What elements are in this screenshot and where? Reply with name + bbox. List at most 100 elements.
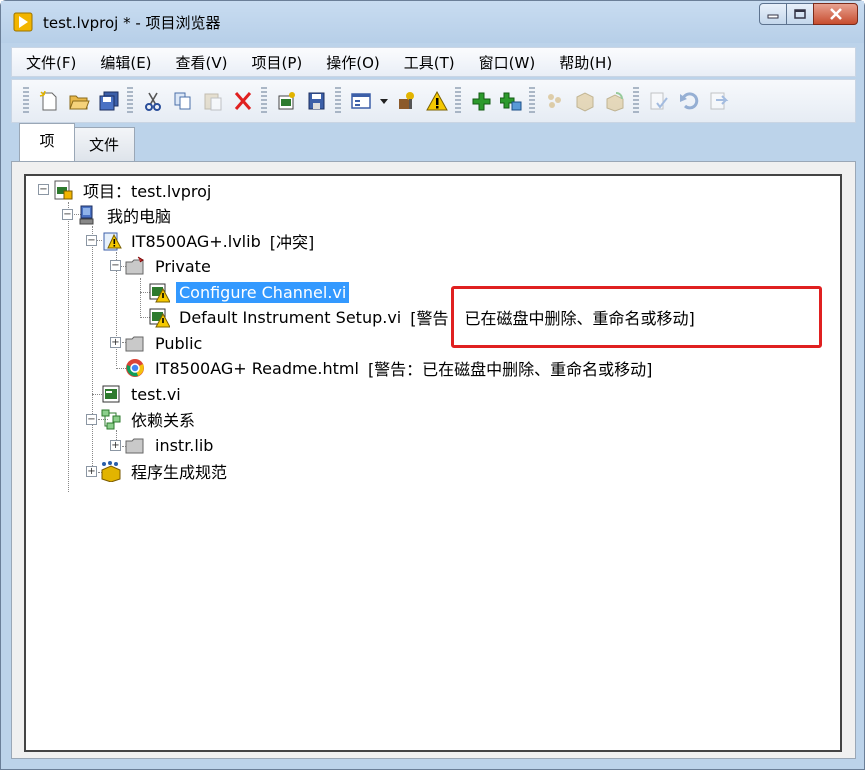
paste-button[interactable] [198, 86, 228, 116]
cut-icon [145, 92, 161, 111]
view-dropdown[interactable] [376, 86, 392, 116]
menu-operate[interactable]: 操作(O) [314, 52, 392, 73]
delete-icon [234, 92, 252, 110]
add-item-icon [472, 92, 491, 111]
toolbar-separator [529, 87, 535, 115]
title-bar[interactable]: test.lvproj * - 项目浏览器 [1, 1, 864, 43]
readme-label: IT8500AG+ Readme.html [155, 358, 359, 378]
deploy-button[interactable] [600, 86, 630, 116]
menu-window[interactable]: 窗口(W) [467, 52, 548, 73]
package-button[interactable] [570, 86, 600, 116]
resolve-conflicts-button[interactable] [392, 86, 422, 116]
tree-item-private-folder[interactable]: Private [124, 254, 214, 278]
tree-item-instr-lib[interactable]: instr.lib [124, 433, 216, 457]
labview-app-icon [13, 12, 33, 32]
add-item-button[interactable] [466, 86, 496, 116]
configure-channel-label: Configure Channel.vi [176, 281, 350, 303]
toolbar-separator [455, 87, 461, 115]
tree-item-test-vi[interactable]: test.vi [100, 382, 184, 406]
tree-item-build-specs[interactable]: 程序生成规范 [100, 459, 230, 483]
resolve-conflicts-icon [399, 92, 414, 109]
build-icon [548, 94, 561, 108]
toolbar [11, 79, 856, 123]
project-tree[interactable]: − − − − + − + + 项目：test.lvproj 我的电脑 IT85… [24, 174, 842, 752]
collapse-project-toggle[interactable]: − [38, 184, 49, 195]
menu-file[interactable]: 文件(F) [12, 52, 88, 73]
tab-files[interactable]: 文件 [73, 127, 135, 163]
default-setup-label: Default Instrument Setup.vi [179, 307, 402, 327]
undo-icon [680, 92, 699, 110]
test-vi-label: test.vi [131, 384, 181, 404]
project-icon [54, 180, 73, 200]
toolbar-grip[interactable] [23, 87, 29, 115]
collapse-private-toggle[interactable]: − [110, 260, 121, 271]
library-warning-icon [103, 232, 122, 251]
project-properties-button[interactable] [272, 86, 302, 116]
expand-build-specs-toggle[interactable]: + [86, 466, 97, 477]
copy-button[interactable] [168, 86, 198, 116]
collapse-dependencies-toggle[interactable]: − [86, 414, 97, 425]
vi-warning-icon [149, 308, 170, 328]
tree-line [68, 202, 69, 492]
view-icon [351, 93, 371, 109]
build-button[interactable] [540, 86, 570, 116]
tree-item-project[interactable]: 项目：test.lvproj [52, 178, 214, 202]
vi-warning-icon [149, 283, 170, 303]
maximize-button[interactable] [786, 3, 814, 25]
tree-line [92, 226, 93, 466]
new-file-button[interactable] [34, 86, 64, 116]
refresh-button[interactable] [704, 86, 734, 116]
check-button[interactable] [644, 86, 674, 116]
save-all-icon [99, 91, 119, 111]
tree-item-my-computer[interactable]: 我的电脑 [76, 203, 174, 227]
menu-bar: 文件(F) 编辑(E) 查看(V) 项目(P) 操作(O) 工具(T) 窗口(W… [11, 47, 856, 77]
items-panel: − − − − + − + + 项目：test.lvproj 我的电脑 IT85… [11, 161, 856, 759]
open-button[interactable] [64, 86, 94, 116]
package-icon [576, 92, 594, 112]
tree-item-readme[interactable]: IT8500AG+ Readme.html [警告：已在磁盘中删除、重命名或移动… [124, 356, 652, 380]
delete-button[interactable] [228, 86, 258, 116]
check-icon [650, 92, 668, 110]
menu-tools[interactable]: 工具(T) [392, 52, 467, 73]
collapse-lvlib-toggle[interactable]: − [86, 235, 97, 246]
menu-edit[interactable]: 编辑(E) [88, 52, 163, 73]
toolbar-separator [261, 87, 267, 115]
save-icon [308, 92, 325, 110]
undo-button[interactable] [674, 86, 704, 116]
warning-button[interactable] [422, 86, 452, 116]
view-button[interactable] [346, 86, 376, 116]
add-folder-icon [500, 92, 522, 111]
tree-item-dependencies[interactable]: 依赖关系 [100, 407, 198, 431]
tree-item-lvlib[interactable]: IT8500AG+.lvlib [冲突] [100, 229, 314, 253]
close-button[interactable] [813, 3, 858, 25]
menu-help[interactable]: 帮助(H) [547, 52, 624, 73]
expand-instrlib-toggle[interactable]: + [110, 440, 121, 451]
menu-project[interactable]: 项目(P) [240, 52, 315, 73]
cut-button[interactable] [138, 86, 168, 116]
vi-icon [102, 385, 120, 403]
tree-item-configure-channel[interactable]: Configure Channel.vi [148, 280, 350, 304]
expand-public-toggle[interactable]: + [110, 337, 121, 348]
save-button[interactable] [302, 86, 332, 116]
lvlib-conflict-badge: [冲突] [269, 233, 315, 252]
collapse-computer-toggle[interactable]: − [62, 209, 73, 220]
maximize-icon [794, 9, 806, 19]
menu-view[interactable]: 查看(V) [164, 52, 240, 73]
build-specs-label: 程序生成规范 [131, 463, 228, 482]
build-specifications-icon [101, 461, 121, 482]
my-computer-label: 我的电脑 [107, 207, 172, 226]
warning-icon [426, 90, 448, 111]
project-label: 项目：test.lvproj [83, 182, 212, 201]
dropdown-icon [380, 99, 388, 104]
tree-item-public-folder[interactable]: Public [124, 331, 205, 355]
private-label: Private [155, 256, 211, 276]
save-all-button[interactable] [94, 86, 124, 116]
tab-strip: 文件 项 [11, 123, 856, 164]
minimize-button[interactable] [759, 3, 787, 25]
add-folder-button[interactable] [496, 86, 526, 116]
project-properties-icon [278, 92, 295, 110]
instr-lib-label: instr.lib [155, 435, 214, 455]
warning-highlight-box [451, 286, 822, 348]
tab-items[interactable]: 项 [19, 123, 75, 164]
close-icon [829, 8, 842, 20]
